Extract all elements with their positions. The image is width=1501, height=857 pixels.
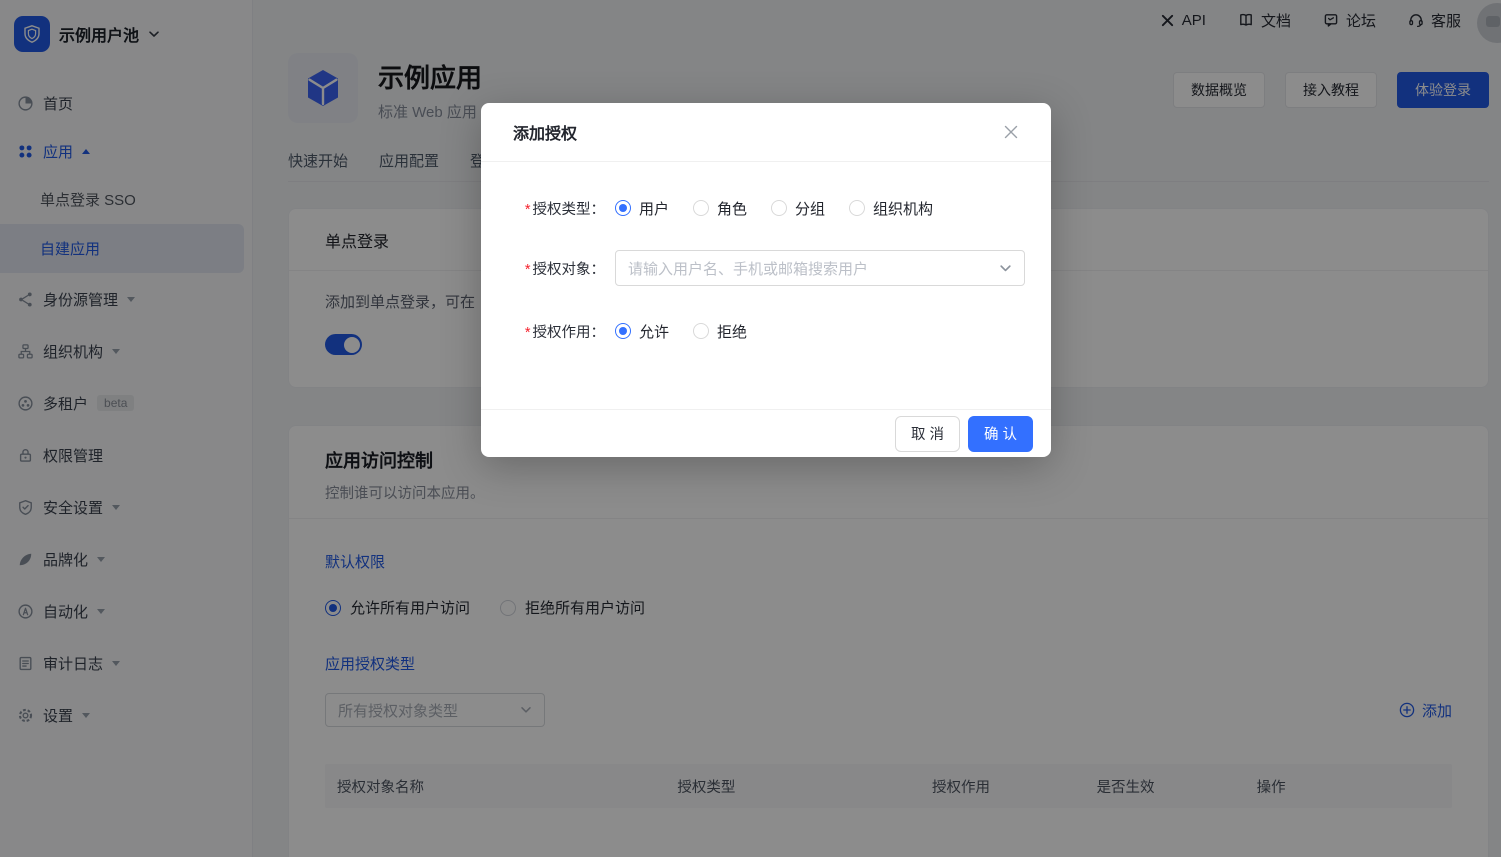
radio-icon [693, 200, 709, 216]
modal-header: 添加授权 [481, 103, 1051, 162]
radio-label: 角色 [717, 198, 747, 219]
field-auth-target: *授权对象： 请输入用户名、手机或邮箱搜索用户 [513, 250, 1025, 286]
close-icon[interactable] [999, 120, 1023, 144]
radio-role[interactable]: 角色 [693, 198, 747, 219]
radio-label: 用户 [639, 198, 669, 219]
radio-organization[interactable]: 组织机构 [849, 198, 933, 219]
required-marker: * [525, 202, 531, 218]
confirm-button[interactable]: 确 认 [968, 416, 1033, 452]
radio-icon [771, 200, 787, 216]
radio-icon [693, 323, 709, 339]
radio-allow[interactable]: 允许 [615, 321, 669, 342]
required-marker: * [525, 262, 531, 278]
cancel-button[interactable]: 取 消 [895, 416, 960, 452]
field-label: *授权作用： [513, 321, 615, 342]
modal-footer: 取 消 确 认 [481, 409, 1051, 457]
radio-label: 组织机构 [873, 198, 933, 219]
field-auth-effect: *授权作用： 允许 拒绝 [513, 313, 1025, 349]
radio-group[interactable]: 分组 [771, 198, 825, 219]
field-auth-type: *授权类型： 用户 角色 分组 组织机构 [513, 190, 1025, 226]
auth-type-options: 用户 角色 分组 组织机构 [615, 198, 933, 219]
radio-deny[interactable]: 拒绝 [693, 321, 747, 342]
radio-icon [615, 323, 631, 339]
chevron-down-icon [999, 264, 1012, 273]
required-marker: * [525, 325, 531, 341]
modal-title: 添加授权 [513, 120, 577, 144]
select-placeholder: 请输入用户名、手机或邮箱搜索用户 [628, 258, 868, 279]
radio-user[interactable]: 用户 [615, 198, 669, 219]
radio-label: 允许 [639, 321, 669, 342]
field-label: *授权类型： [513, 198, 615, 219]
auth-effect-options: 允许 拒绝 [615, 321, 747, 342]
field-label: *授权对象： [513, 258, 615, 279]
auth-target-select[interactable]: 请输入用户名、手机或邮箱搜索用户 [615, 250, 1025, 286]
radio-label: 拒绝 [717, 321, 747, 342]
radio-label: 分组 [795, 198, 825, 219]
console-root: 示例用户池 首页 应用 单点登录 SSO [0, 0, 1501, 857]
radio-icon [615, 200, 631, 216]
radio-icon [849, 200, 865, 216]
add-authorization-modal: 添加授权 *授权类型： 用户 角色 分组 [481, 103, 1051, 457]
